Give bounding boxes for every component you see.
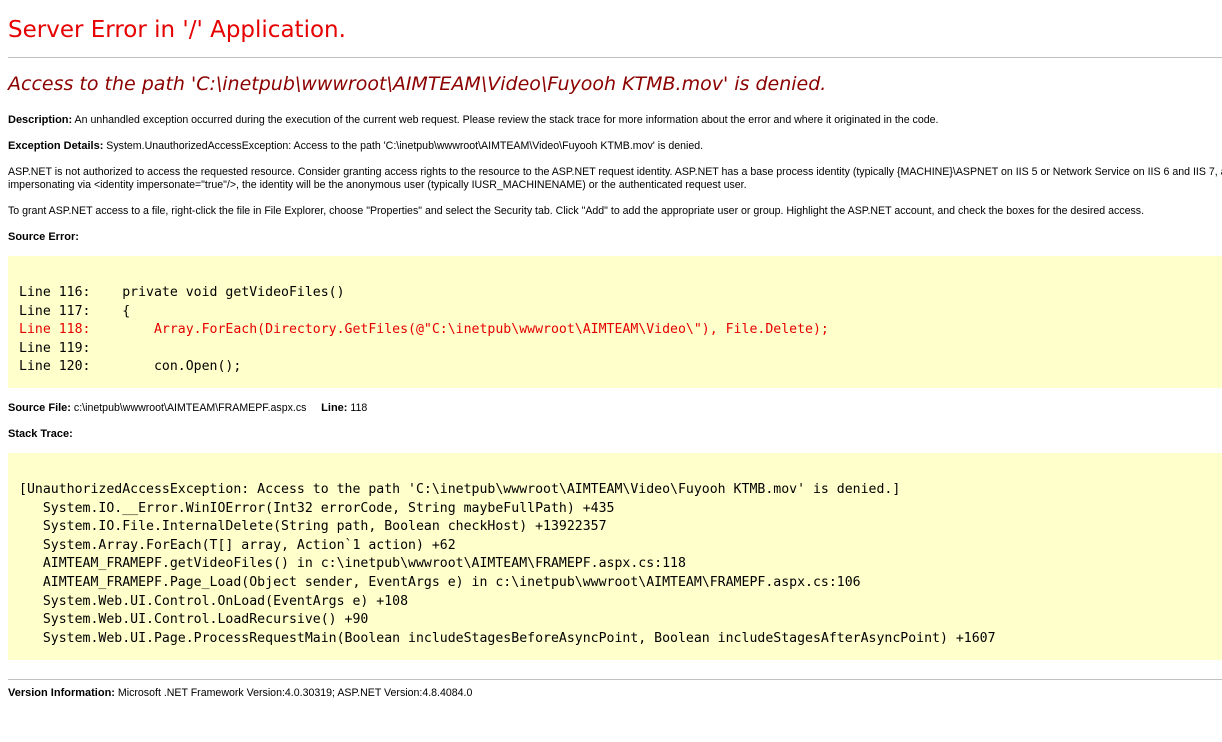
source-line-label: Line: [321,402,348,414]
source-code-line: Line 119: [19,340,91,356]
stack-trace-label: Stack Trace: [8,428,73,440]
stack-trace-line: AIMTEAM_FRAMEPF.getVideoFiles() in c:\in… [19,556,686,572]
stack-trace-line: AIMTEAM_FRAMEPF.Page_Load(Object sender,… [19,574,861,590]
grant-access-note: To grant ASP.NET access to a file, right… [8,205,1145,217]
source-file-section: Source File: c:\inetpub\wwwroot\AIMTEAM\… [8,402,1222,415]
source-file-label: Source File: [8,402,71,414]
aspnet-note-line-2: impersonating via <identity impersonate=… [8,179,747,191]
stack-trace-heading: Stack Trace: [8,428,1222,441]
version-information-section: Version Information: Microsoft .NET Fram… [8,687,1222,700]
aspnet-note-line-1: ASP.NET is not authorized to access the … [8,166,1222,178]
stack-trace-line: System.IO.File.InternalDelete(String pat… [19,519,607,535]
exception-details-label: Exception Details: [8,140,104,152]
stack-trace-line: System.Web.UI.Page.ProcessRequestMain(Bo… [19,630,996,646]
stack-trace-line: System.Array.ForEach(T[] array, Action`1… [19,537,456,553]
description-label: Description: [8,114,73,126]
stack-trace-line: System.Web.UI.Control.OnLoad(EventArgs e… [19,593,409,609]
stack-trace-code-block: [UnauthorizedAccessException: Access to … [8,453,1222,660]
version-divider [8,679,1222,680]
source-error-code-block: Line 116: private void getVideoFiles() Li… [8,256,1222,388]
stack-trace-line: [UnauthorizedAccessException: Access to … [19,482,901,497]
source-code-line: Line 117: { [19,303,131,319]
description-text: An unhandled exception occurred during t… [72,114,939,126]
source-code-error-line: Line 118: Array.ForEach(Directory.GetFil… [19,322,829,338]
exception-details-section: Exception Details: System.UnauthorizedAc… [8,140,1222,153]
source-line-number: 118 [347,402,368,414]
exception-details-text: System.UnauthorizedAccessException: Acce… [103,140,704,152]
version-information-label: Version Information: [8,687,115,699]
source-error-label: Source Error: [8,231,79,243]
stack-trace-line: System.IO.__Error.WinIOError(Int32 error… [19,500,615,516]
description-section: Description: An unhandled exception occu… [8,114,1222,127]
title-divider [8,57,1222,58]
source-code-line: Line 116: private void getVideoFiles() [19,285,345,300]
source-code-line: Line 120: con.Open(); [19,359,242,375]
page-title: Server Error in '/' Application. [8,17,346,43]
source-error-heading: Source Error: [8,231,1222,244]
source-file-path: c:\inetpub\wwwroot\AIMTEAM\FRAMEPF.aspx.… [70,402,307,414]
stack-trace-line: System.Web.UI.Control.LoadRecursive() +9… [19,612,369,628]
error-title: Access to the path 'C:\inetpub\wwwroot\A… [8,73,827,95]
version-information-text: Microsoft .NET Framework Version:4.0.303… [114,687,473,699]
